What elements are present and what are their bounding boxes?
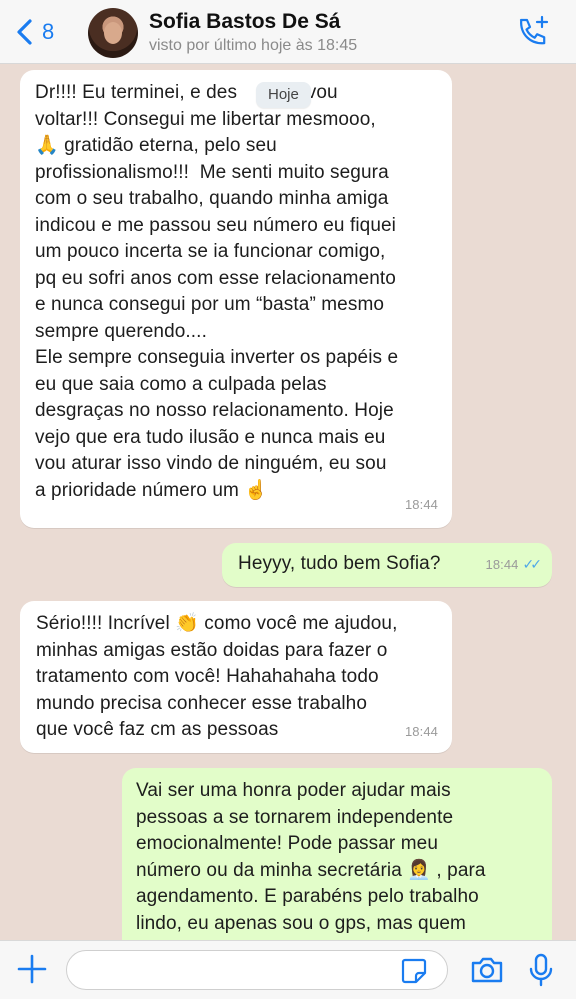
- chevron-left-icon: [17, 19, 32, 45]
- message-text: Vai ser uma honra poder ajudar mais pess…: [136, 780, 486, 934]
- message-time: 18:44: [404, 496, 438, 512]
- input-bar: [0, 940, 576, 999]
- unread-count: 8: [42, 19, 55, 44]
- message-meta: 18:44 ✓✓: [485, 551, 543, 579]
- phone-add-icon[interactable]: [514, 14, 550, 50]
- sticker-icon[interactable]: [400, 957, 428, 985]
- message-incoming[interactable]: Dr!!!! Eu terminei, e des não vou voltar…: [20, 70, 452, 528]
- message-incoming[interactable]: Sério!!!! Incrível 👏 como você me ajudou…: [20, 601, 452, 753]
- plus-icon[interactable]: [16, 953, 48, 985]
- camera-icon[interactable]: [470, 955, 504, 985]
- chat-header: 8 Sofia Bastos De Sá visto por último ho…: [0, 0, 576, 64]
- message-outgoing[interactable]: Heyyy, tudo bem Sofia? 18:44 ✓✓: [222, 543, 552, 587]
- microphone-icon[interactable]: [528, 953, 554, 987]
- message-list[interactable]: Dr!!!! Eu terminei, e des não vou voltar…: [0, 64, 576, 940]
- contact-name[interactable]: Sofia Bastos De Sá: [149, 10, 340, 34]
- avatar[interactable]: [88, 8, 138, 58]
- message-text: Dr!!!! Eu terminei, e des não vou voltar…: [35, 82, 399, 501]
- read-ticks-icon: ✓✓: [522, 555, 543, 572]
- message-text: Sério!!!! Incrível 👏 como você me ajudou…: [36, 613, 398, 740]
- message-time: 18:44: [485, 556, 519, 572]
- message-time: 18:44: [404, 723, 438, 739]
- last-seen-status: visto por último hoje às 18:45: [149, 37, 358, 54]
- message-input[interactable]: [66, 950, 448, 990]
- message-outgoing[interactable]: Vai ser uma honra poder ajudar mais pess…: [122, 768, 552, 940]
- date-separator: Hoje: [256, 82, 311, 108]
- back-button[interactable]: 8: [14, 12, 54, 52]
